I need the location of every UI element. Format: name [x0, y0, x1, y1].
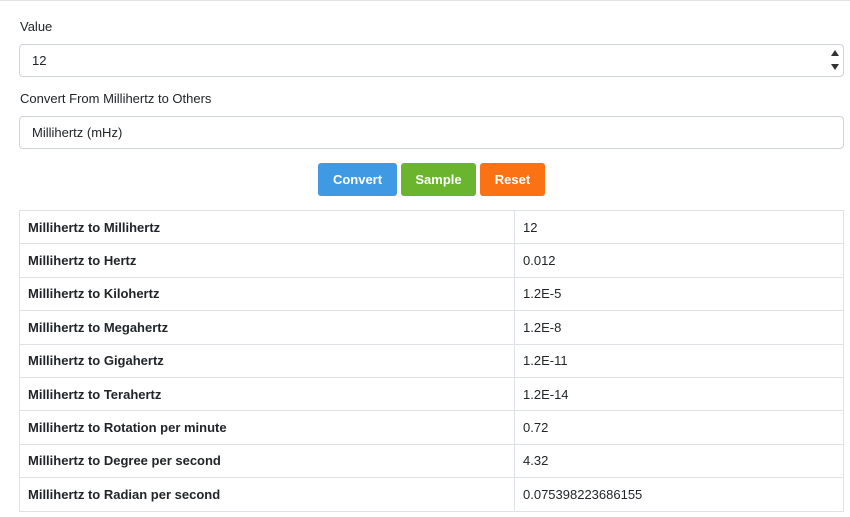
value-label: Value — [20, 19, 53, 34]
number-spinner[interactable] — [830, 48, 840, 73]
table-row: Millihertz to Degree per second 4.32 — [19, 443, 844, 479]
spinner-up-icon[interactable] — [831, 50, 839, 56]
row-value: 0.72 — [514, 410, 844, 445]
reset-button[interactable]: Reset — [480, 163, 545, 196]
row-unit-label: Millihertz to Kilohertz — [19, 276, 515, 312]
table-row: Millihertz to Millihertz 12 — [19, 209, 844, 245]
results-table: Millihertz to Millihertz 12 Millihertz t… — [19, 209, 844, 512]
value-input[interactable]: 12 — [19, 44, 844, 77]
value-input-text: 12 — [32, 53, 47, 68]
from-unit-selected: Millihertz (mHz) — [32, 125, 123, 140]
table-row: Millihertz to Megahertz 1.2E-8 — [19, 310, 844, 345]
row-value: 12 — [514, 209, 844, 245]
sample-button[interactable]: Sample — [401, 163, 476, 196]
table-row: Millihertz to Rotation per minute 0.72 — [19, 410, 844, 445]
row-value: 1.2E-11 — [514, 343, 844, 378]
from-unit-select[interactable]: Millihertz (mHz) — [19, 116, 844, 149]
table-row: Millihertz to Radian per second 0.075398… — [19, 477, 844, 512]
row-unit-label: Millihertz to Gigahertz — [19, 343, 515, 378]
row-unit-label: Millihertz to Megahertz — [19, 310, 515, 345]
row-value: 1.2E-14 — [514, 376, 844, 412]
row-value: 4.32 — [514, 443, 844, 479]
convert-from-label: Convert From Millihertz to Others — [20, 91, 212, 106]
converter-panel: Value 12 Convert From Millihertz to Othe… — [0, 0, 850, 517]
convert-button[interactable]: Convert — [318, 163, 397, 196]
spinner-down-icon[interactable] — [831, 64, 839, 70]
row-unit-label: Millihertz to Terahertz — [19, 376, 515, 412]
row-value: 1.2E-5 — [514, 276, 844, 312]
row-value: 0.075398223686155 — [514, 477, 844, 512]
row-unit-label: Millihertz to Degree per second — [19, 443, 515, 479]
table-row: Millihertz to Gigahertz 1.2E-11 — [19, 343, 844, 378]
row-unit-label: Millihertz to Millihertz — [19, 209, 515, 245]
row-value: 0.012 — [514, 243, 844, 278]
row-unit-label: Millihertz to Hertz — [19, 243, 515, 278]
table-row: Millihertz to Terahertz 1.2E-14 — [19, 376, 844, 412]
table-row: Millihertz to Hertz 0.012 — [19, 243, 844, 278]
row-value: 1.2E-8 — [514, 310, 844, 345]
row-unit-label: Millihertz to Rotation per minute — [19, 410, 515, 445]
row-unit-label: Millihertz to Radian per second — [19, 477, 515, 512]
table-row: Millihertz to Kilohertz 1.2E-5 — [19, 276, 844, 312]
